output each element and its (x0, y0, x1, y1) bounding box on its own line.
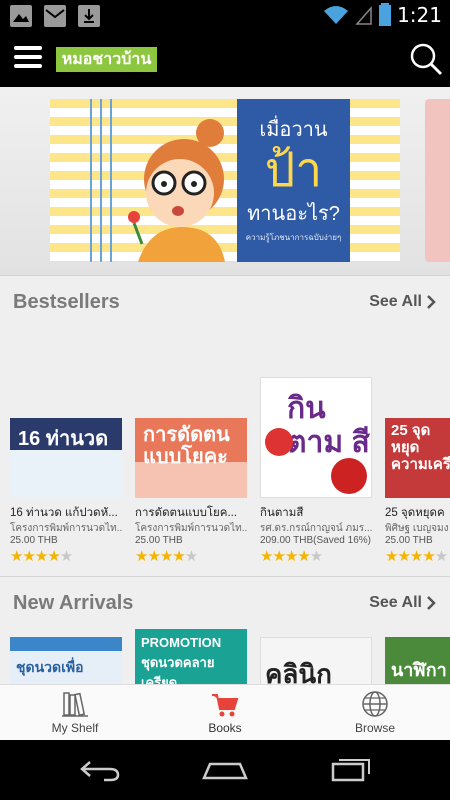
tab-label: My Shelf (51, 721, 99, 735)
book-price: 25.00 THB (10, 535, 58, 546)
tab-browse[interactable]: Browse (300, 685, 450, 741)
banner-line-3: ทานอะไร? (247, 203, 340, 225)
banner-line-1: เมื่อวาน (259, 119, 328, 141)
book-cover[interactable]: 16 ท่านวด (10, 418, 122, 498)
banner-title-panel: เมื่อวาน ป้า ทานอะไร? ความรู้โภชนาการฉบั… (237, 99, 350, 262)
book-title: การดัดตนแบบโยค... (135, 507, 238, 519)
book-cover[interactable]: PROMOTION ชุดนวดคลายเครียด (135, 629, 247, 684)
book-cover-text: PROMOTION ชุดนวดคลายเครียด (141, 635, 222, 684)
book-cover-text: 16 ท่านวด (10, 418, 122, 450)
divider (0, 576, 450, 577)
book-cover-text: คลินิก (265, 659, 332, 684)
wifi-icon (324, 6, 349, 24)
book-title: 16 ท่านวด แก้ปวดหั... (10, 507, 118, 519)
section-title: New Arrivals (13, 592, 134, 614)
book-author: พิศิษฐ เบญจมง (385, 523, 449, 534)
see-all-bestsellers-link[interactable]: See All (369, 293, 436, 311)
download-notification-icon (78, 5, 100, 27)
book-cover[interactable]: การดัดตนแบบโยคะ (135, 418, 247, 498)
promo-banner[interactable]: เมื่อวาน ป้า ทานอะไร? ความรู้โภชนาการฉบั… (50, 99, 400, 262)
star-rating: ★★★★★ (135, 548, 198, 565)
globe-icon (362, 691, 388, 717)
status-time: 1:21 (397, 3, 442, 27)
book-price: 25.00 THB (135, 535, 183, 546)
tab-books[interactable]: Books (150, 685, 300, 741)
book-cover[interactable]: คลินิก (260, 637, 372, 684)
book-cover[interactable]: กิน ตาม สี (260, 377, 372, 498)
book-author: รศ.ดร.กรณ์กาญจน์ ภมร... (260, 523, 372, 534)
book-cover-text: ชุดนวดเพื่อสุขภาพ (16, 659, 84, 684)
chevron-right-icon (427, 596, 436, 610)
book-price: 25.00 THB (385, 535, 433, 546)
promo-carousel[interactable]: เมื่อวาน ป้า ทานอะไร? ความรู้โภชนาการฉบั… (0, 87, 450, 275)
book-price: 209.00 THB(Saved 16%) (260, 535, 371, 546)
see-all-label: See All (369, 293, 422, 310)
tab-label: Books (208, 721, 242, 735)
see-all-new-arrivals-link[interactable]: See All (369, 594, 436, 612)
battery-icon (379, 3, 392, 26)
book-cover[interactable]: ชุดนวดเพื่อสุขภาพ (10, 637, 122, 684)
banner-line-2: ป้า (264, 144, 323, 197)
book-cover[interactable]: นาฬิกา (385, 637, 450, 684)
banner-line-4: ความรู้โภชนาการฉบับง่ายๆ (245, 233, 342, 242)
main-content: เมื่อวาน ป้า ทานอะไร? ความรู้โภชนาการฉบั… (0, 87, 450, 684)
see-all-label: See All (369, 594, 422, 611)
bookshelf-icon (62, 692, 88, 717)
book-cover[interactable]: 25 จุด หยุด ความเครียด (385, 418, 450, 498)
section-title: Bestsellers (13, 291, 120, 313)
book-cover-text: 25 จุด หยุด ความเครียด (385, 418, 450, 498)
shopping-cart-icon (212, 694, 239, 717)
signal-icon (355, 6, 372, 25)
app-logo: หมอชาวบ้าน (56, 47, 157, 72)
app-bar: หมอชาวบ้าน (0, 33, 450, 87)
character-illustration (128, 119, 225, 262)
tab-my-shelf[interactable]: My Shelf (0, 685, 150, 741)
book-author: โครงการพิมพ์การนวดไท... (135, 523, 247, 534)
next-banner-peek[interactable] (425, 99, 450, 262)
mail-notification-icon (44, 5, 66, 27)
back-icon[interactable] (78, 758, 122, 782)
divider (0, 275, 450, 276)
bestsellers-header: Bestsellers See All (0, 277, 450, 327)
system-nav-bar (0, 740, 450, 800)
star-rating: ★★★★★ (385, 548, 448, 565)
menu-icon[interactable] (14, 46, 42, 72)
search-icon[interactable] (408, 41, 444, 77)
status-bar: 1:21 (0, 0, 450, 33)
recent-apps-icon[interactable] (330, 754, 374, 784)
gallery-notification-icon (10, 5, 32, 27)
book-title: กินตามสี (260, 507, 304, 519)
book-title: 25 จุดหยุดค (385, 507, 445, 519)
book-cover-text: การดัดตนแบบโยคะ (135, 418, 247, 468)
new-arrivals-header: New Arrivals See All (0, 578, 450, 628)
book-author: โครงการพิมพ์การนวดไท... (10, 523, 122, 534)
bottom-tab-bar: My Shelf Books Browse (0, 684, 450, 740)
home-icon[interactable] (200, 758, 250, 782)
tab-label: Browse (354, 721, 395, 735)
star-rating: ★★★★★ (10, 548, 73, 565)
chevron-right-icon (427, 295, 436, 309)
star-rating: ★★★★★ (260, 548, 323, 565)
book-cover-text: นาฬิกา (391, 660, 447, 680)
